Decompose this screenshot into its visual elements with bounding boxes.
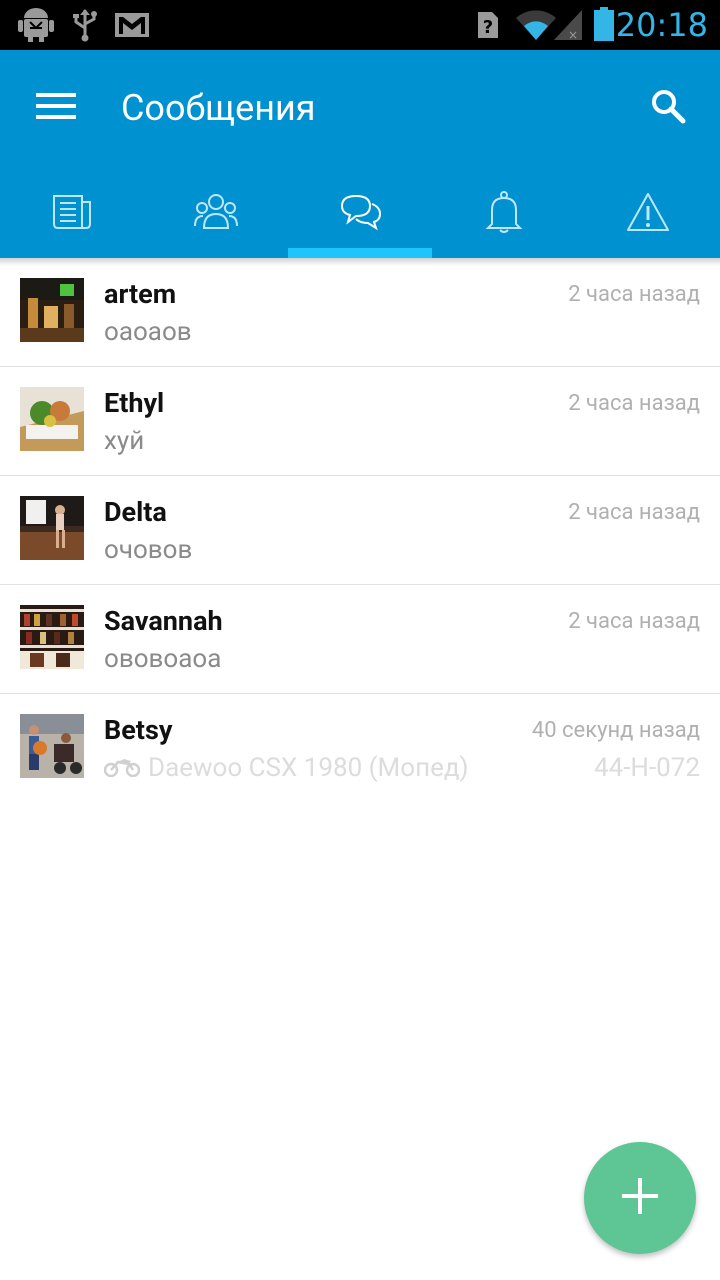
sim-unknown-icon: ?	[476, 10, 500, 44]
usb-icon	[72, 8, 98, 46]
avatar	[20, 387, 84, 451]
hamburger-menu-icon	[36, 91, 76, 125]
search-button[interactable]	[636, 80, 700, 136]
chat-bubbles-icon	[338, 192, 382, 236]
conversation-time: 2 часа назад	[568, 500, 700, 525]
conversation-time: 2 часа назад	[568, 609, 700, 634]
tab-alerts[interactable]	[576, 170, 720, 258]
conversation-name: artem	[104, 278, 177, 310]
app-bar: Сообщения	[0, 50, 720, 258]
motorcycle-icon	[103, 755, 141, 781]
conversation-preview: ововоаоа	[104, 644, 222, 674]
search-icon	[650, 88, 686, 128]
tab-messages[interactable]	[288, 170, 432, 258]
menu-button[interactable]	[20, 80, 92, 136]
conversation-name: Delta	[104, 496, 167, 528]
conversation-name: Betsy	[104, 714, 173, 746]
conversation-name: Savannah	[104, 605, 223, 637]
warning-icon	[626, 192, 670, 236]
svg-text:×: ×	[568, 28, 578, 42]
tab-people[interactable]	[144, 170, 288, 258]
list-item[interactable]: Savannah ововоаоа 2 часа назад	[0, 585, 720, 694]
vehicle-plate: 44-H-072	[594, 753, 700, 783]
tab-news[interactable]	[0, 170, 144, 258]
android-debug-icon	[18, 8, 54, 46]
battery-icon	[592, 6, 616, 46]
conversation-time: 40 секунд назад	[531, 718, 700, 743]
tab-notifications[interactable]	[432, 170, 576, 258]
svg-text:?: ?	[483, 17, 493, 38]
list-item[interactable]: artem оаоаов 2 часа назад	[0, 258, 720, 367]
vehicle-info: Daewoo CSX 1980 (Мопед)	[103, 750, 469, 786]
people-icon	[194, 192, 238, 236]
avatar	[20, 278, 84, 342]
conversation-preview: хуй	[104, 426, 145, 456]
status-bar: ? × 20:18	[0, 0, 720, 50]
vehicle-name: Daewoo CSX 1980 (Мопед)	[148, 753, 469, 783]
gmail-icon	[114, 12, 150, 42]
list-item[interactable]: Ethyl хуй 2 часа назад	[0, 367, 720, 476]
conversation-name: Ethyl	[104, 387, 165, 419]
list-item[interactable]: Delta очовов 2 часа назад	[0, 476, 720, 585]
bell-icon	[484, 190, 524, 238]
signal-icon: ×	[552, 8, 584, 46]
avatar	[20, 714, 84, 778]
conversation-preview: очовов	[104, 535, 193, 565]
conversation-time: 2 часа назад	[568, 391, 700, 416]
conversation-list: artem оаоаов 2 часа назад Ethyl хуй 2 ча…	[0, 258, 720, 803]
page-title: Сообщения	[121, 87, 316, 129]
news-icon	[52, 192, 92, 236]
list-item[interactable]: Betsy Daewoo CSX 1980 (Мопед) 40 секунд …	[0, 694, 720, 803]
avatar	[20, 605, 84, 669]
tab-bar	[0, 170, 720, 258]
conversation-time: 2 часа назад	[568, 282, 700, 307]
plus-icon	[620, 1176, 660, 1220]
avatar	[20, 496, 84, 560]
active-tab-indicator	[288, 248, 432, 258]
status-time: 20:18	[615, 6, 708, 44]
new-message-button[interactable]	[584, 1142, 696, 1254]
conversation-preview: оаоаов	[104, 317, 192, 347]
